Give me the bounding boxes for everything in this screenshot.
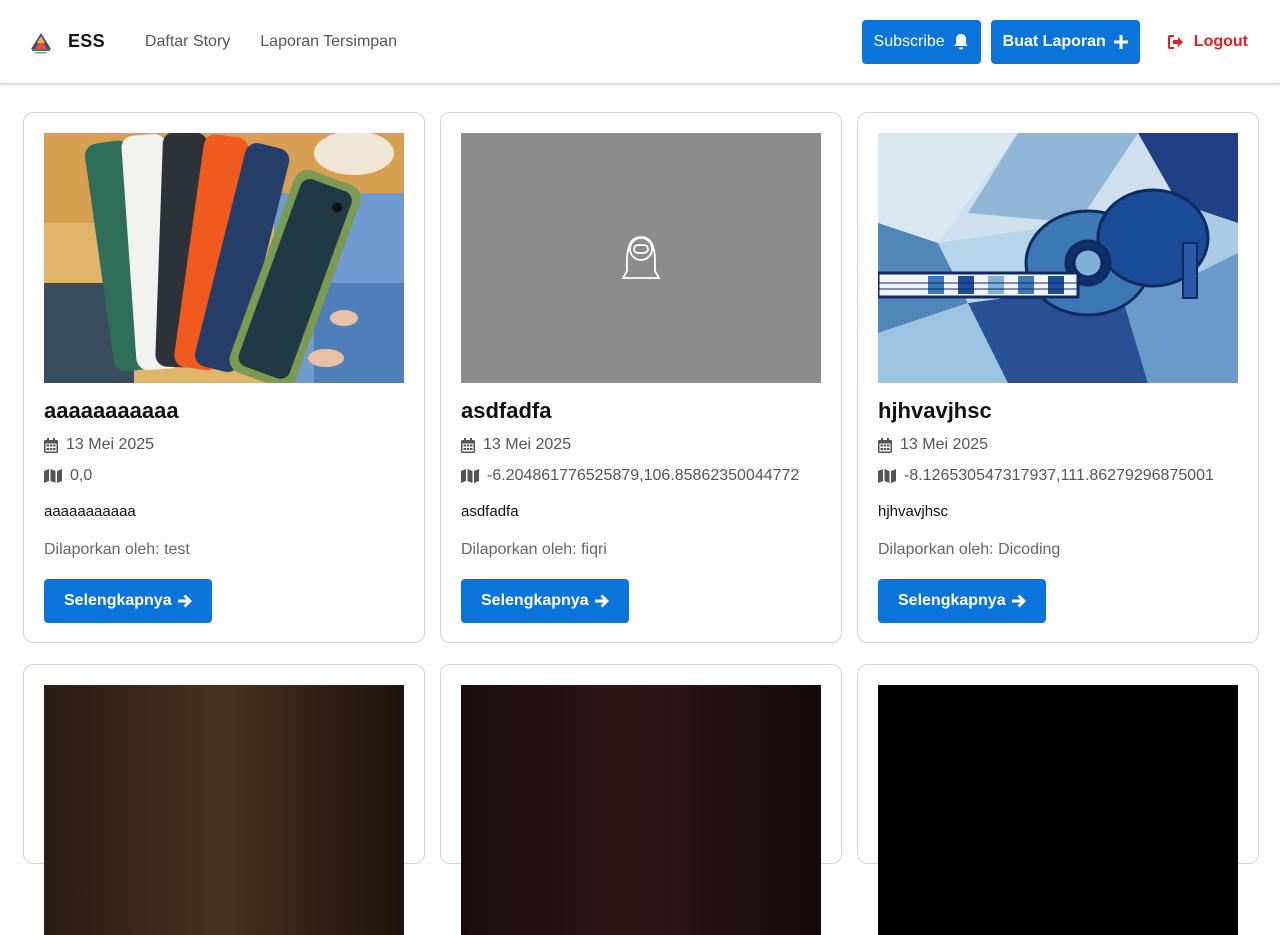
story-card [23, 664, 425, 935]
story-card: aaaaaaaaaaa 13 Mei 2025 0,0 aaaaaaaaaaa … [23, 112, 425, 643]
story-date: 13 Mei 2025 [44, 433, 404, 457]
create-report-label: Buat Laporan [1002, 32, 1106, 50]
read-more-label: Selengkapnya [898, 592, 1006, 609]
arrow-right-icon [594, 594, 609, 608]
nav-actions: Subscribe Buat Laporan Logout [861, 19, 1252, 64]
story-description: hjhvavjhsc [878, 503, 949, 520]
story-location: -6.204861776525879,106.85862350044772 [461, 464, 821, 488]
map-icon [878, 469, 896, 483]
subscribe-button[interactable]: Subscribe [861, 19, 981, 64]
story-image-black-photo [878, 685, 1238, 935]
arrow-right-icon [177, 594, 192, 608]
plus-icon [1113, 34, 1128, 49]
story-grid: aaaaaaaaaaa 13 Mei 2025 0,0 aaaaaaaaaaa … [23, 112, 1259, 935]
read-more-button[interactable]: Selengkapnya [44, 579, 212, 623]
map-icon [44, 469, 62, 483]
story-image-dark-photo [461, 685, 821, 935]
logout-label: Logout [1193, 32, 1248, 50]
nav-link-daftar-story[interactable]: Daftar Story [145, 33, 230, 51]
story-date-text: 13 Mei 2025 [66, 436, 155, 453]
read-more-label: Selengkapnya [481, 592, 589, 609]
sign-out-icon [1167, 34, 1183, 49]
read-more-button[interactable]: Selengkapnya [878, 579, 1046, 623]
story-title: asdfadfa [461, 398, 552, 423]
story-location: -8.126530547317937,111.86279296875001 [878, 464, 1238, 488]
arrow-right-icon [1011, 594, 1026, 608]
story-title: hjhvavjhsc [878, 398, 992, 423]
story-description: aaaaaaaaaaa [44, 503, 136, 520]
story-date: 13 Mei 2025 [461, 433, 821, 457]
story-card [857, 664, 1259, 935]
calendar-icon [461, 437, 475, 453]
story-card [440, 664, 842, 935]
logo-icon [31, 32, 51, 53]
story-reporter: Dilaporkan oleh: test [44, 541, 190, 558]
story-location: 0,0 [44, 464, 404, 488]
navbar: ESS Daftar Story Laporan Tersimpan Subsc… [0, 0, 1280, 84]
create-report-button[interactable]: Buat Laporan [990, 19, 1140, 64]
map-icon [461, 469, 479, 483]
story-location-text: 0,0 [70, 467, 93, 484]
story-card: hjhvavjhsc 13 Mei 2025 -8.12653054731793… [857, 112, 1259, 643]
story-title: aaaaaaaaaaa [44, 398, 179, 423]
story-description: asdfadfa [461, 503, 519, 520]
story-date-text: 13 Mei 2025 [483, 436, 572, 453]
brand[interactable]: ESS [28, 29, 105, 55]
calendar-icon [44, 437, 58, 453]
subscribe-label: Subscribe [873, 32, 945, 50]
logout-button[interactable]: Logout [1150, 33, 1252, 51]
read-more-button[interactable]: Selengkapnya [461, 579, 629, 623]
story-image-guitar-painting [878, 133, 1238, 383]
story-location-text: -8.126530547317937,111.86279296875001 [904, 467, 1214, 484]
read-more-label: Selengkapnya [64, 592, 172, 609]
story-image-placeholder [461, 133, 821, 383]
story-image-dark-photo [44, 685, 404, 935]
story-date: 13 Mei 2025 [878, 433, 1238, 457]
calendar-icon [878, 437, 892, 453]
nav-link-laporan-tersimpan[interactable]: Laporan Tersimpan [260, 33, 397, 51]
brand-name: ESS [68, 31, 105, 51]
bell-icon [953, 33, 968, 49]
story-reporter: Dilaporkan oleh: Dicoding [878, 541, 1061, 558]
story-card: asdfadfa 13 Mei 2025 -6.204861776525879,… [440, 112, 842, 643]
story-location-text: -6.204861776525879,106.85862350044772 [487, 467, 800, 484]
story-reporter: Dilaporkan oleh: fiqri [461, 541, 607, 558]
story-image-phone-cases [44, 133, 404, 383]
story-date-text: 13 Mei 2025 [900, 436, 989, 453]
